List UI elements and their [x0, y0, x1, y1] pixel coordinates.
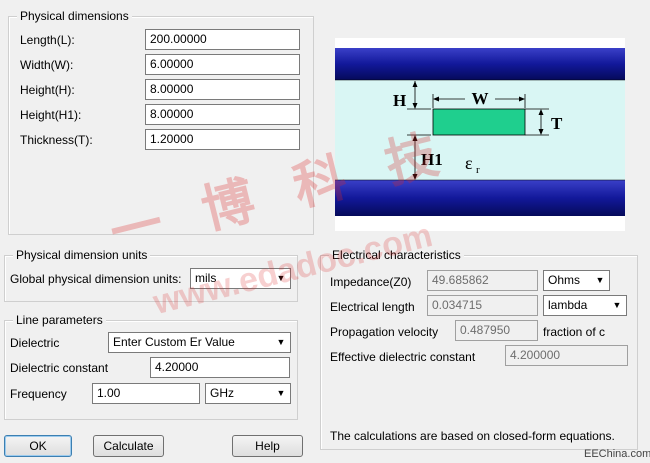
impedance-label: Impedance(Z0) — [330, 275, 412, 289]
chevron-down-icon: ▼ — [276, 388, 286, 398]
height-label: Height(H): — [20, 83, 75, 97]
h-symbol: H — [393, 91, 406, 110]
thickness-input[interactable]: 1.20000 — [145, 129, 300, 150]
propagation-velocity-value: 0.487950 — [455, 320, 538, 341]
dielectric-select[interactable]: Enter Custom Er Value ▼ — [108, 332, 291, 353]
length-input[interactable]: 200.00000 — [145, 29, 300, 50]
h1-symbol: H1 — [421, 150, 443, 169]
length-unit-value: lambda — [548, 298, 588, 312]
dielectric-label: Dielectric — [10, 336, 60, 350]
ok-button[interactable]: OK — [4, 435, 72, 457]
bottom-ground-plane — [335, 180, 625, 216]
effective-dielectric-label: Effective dielectric constant — [330, 350, 476, 364]
chevron-down-icon: ▼ — [276, 273, 286, 283]
frequency-unit-select[interactable]: GHz ▼ — [205, 383, 291, 404]
dielectric-constant-input[interactable]: 4.20000 — [150, 357, 290, 378]
top-ground-plane — [335, 48, 625, 80]
units-select-value: mils — [195, 271, 217, 285]
w-symbol: W — [472, 89, 489, 108]
impedance-value: 49.685862 — [427, 270, 538, 291]
line-parameters-title: Line parameters — [13, 313, 106, 327]
frequency-unit-value: GHz — [210, 386, 234, 400]
height-h1-label: Height(H1): — [20, 108, 82, 122]
epsilon-symbol: ε — [465, 153, 473, 173]
help-button[interactable]: Help — [232, 435, 303, 457]
dielectric-constant-label: Dielectric constant — [10, 361, 109, 375]
width-input[interactable]: 6.00000 — [145, 54, 300, 75]
stripline-diagram: W H T H1 ε r — [335, 38, 625, 231]
impedance-unit-select[interactable]: Ohms ▼ — [543, 270, 610, 291]
chevron-down-icon: ▼ — [612, 300, 622, 310]
dielectric-select-value: Enter Custom Er Value — [113, 335, 235, 349]
propagation-velocity-label: Propagation velocity — [330, 325, 439, 339]
velocity-unit-label: fraction of c — [543, 325, 606, 339]
electrical-characteristics-title: Electrical characteristics — [329, 248, 464, 262]
height-h1-input[interactable]: 8.00000 — [145, 104, 300, 125]
impedance-unit-value: Ohms — [548, 273, 581, 287]
physical-dimensions-title: Physical dimensions — [17, 9, 132, 23]
width-label: Width(W): — [20, 58, 74, 72]
units-select[interactable]: mils ▼ — [190, 268, 291, 289]
stripline-cross-section: W H T H1 ε r — [335, 48, 625, 216]
height-input[interactable]: 8.00000 — [145, 79, 300, 100]
chevron-down-icon: ▼ — [276, 337, 286, 347]
length-unit-select[interactable]: lambda ▼ — [543, 295, 627, 316]
chevron-down-icon: ▼ — [595, 275, 605, 285]
eechina-watermark: EEChina.com — [584, 448, 650, 460]
epsilon-subscript: r — [476, 164, 480, 176]
electrical-length-value: 0.034715 — [427, 295, 538, 316]
global-units-label: Global physical dimension units: — [10, 272, 182, 286]
frequency-label: Frequency — [10, 387, 67, 401]
signal-conductor — [432, 108, 526, 136]
electrical-length-label: Electrical length — [330, 300, 415, 314]
calculation-note: The calculations are based on closed-for… — [330, 429, 615, 443]
t-symbol: T — [551, 114, 563, 133]
length-label: Length(L): — [20, 33, 75, 47]
thickness-label: Thickness(T): — [20, 133, 93, 147]
frequency-input[interactable]: 1.00 — [92, 383, 200, 404]
dimension-units-title: Physical dimension units — [13, 248, 151, 262]
calculate-button[interactable]: Calculate — [93, 435, 164, 457]
effective-dielectric-value: 4.200000 — [505, 345, 628, 366]
